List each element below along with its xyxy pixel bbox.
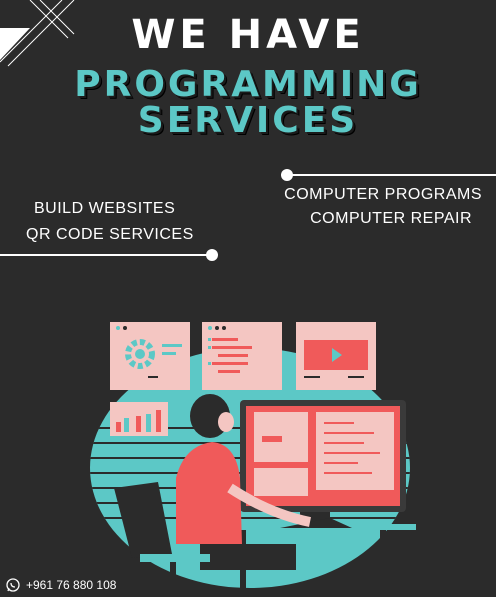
- whatsapp-icon: [6, 578, 20, 592]
- contact-footer: +961 76 880 108: [6, 578, 116, 592]
- service-computer-repair: COMPUTER REPAIR: [310, 210, 472, 227]
- divider-dot-bottom: [206, 249, 218, 261]
- divider-line-bottom: [0, 254, 212, 256]
- service-computer-programs: COMPUTER PROGRAMS: [284, 186, 482, 203]
- divider-line-top: [288, 174, 496, 176]
- headline-we-have: WE HAVE: [131, 12, 365, 58]
- service-qr-code: QR CODE SERVICES: [26, 226, 194, 243]
- phone-number[interactable]: +961 76 880 108: [26, 578, 116, 592]
- programmer-illustration: [90, 322, 416, 597]
- service-build-websites: BUILD WEBSITES: [34, 200, 176, 217]
- headline-programming: PROGRAMMING: [74, 64, 422, 105]
- poster: WE HAVE PROGRAMMING SERVICES COMPUTER PR…: [0, 0, 496, 597]
- headline-services: SERVICES: [137, 100, 359, 141]
